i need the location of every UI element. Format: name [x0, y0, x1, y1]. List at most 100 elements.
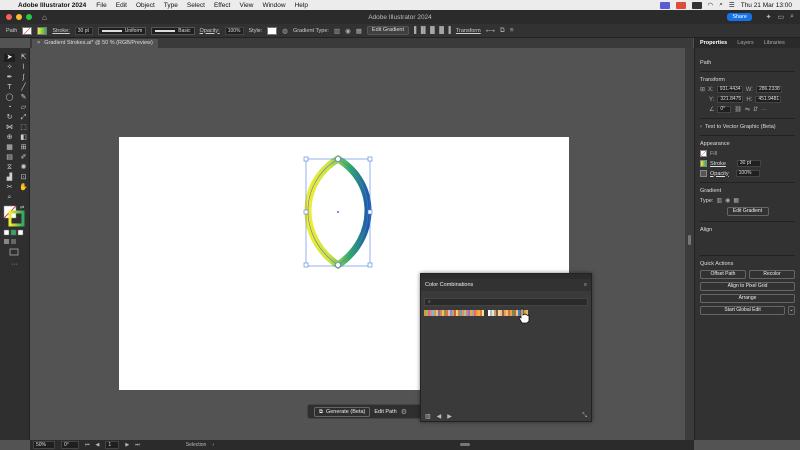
stroke-weight-field[interactable]: 30 pt [736, 160, 761, 167]
previous-artboard-icon[interactable]: ◀ [96, 442, 100, 448]
search-help-icon[interactable]: ⌕ [790, 13, 794, 21]
graphic-style-swatch[interactable] [267, 26, 278, 35]
horizontal-scroll-thumb[interactable] [460, 443, 470, 446]
tab-properties[interactable]: Properties [695, 40, 732, 46]
flip-vertical-icon[interactable]: ⇵ [753, 106, 758, 113]
magic-wand-tool-icon[interactable]: ✧ [4, 64, 15, 72]
stroke-swatch[interactable] [37, 26, 48, 35]
blend-tool-icon[interactable]: ⧖ [4, 164, 15, 172]
scale-tool-icon[interactable]: ⤢ [18, 114, 29, 122]
edit-path-button[interactable]: Edit Path [374, 409, 396, 415]
handle-bottom-left[interactable] [303, 262, 309, 268]
workspace-switcher-icon[interactable]: ▭ [777, 13, 784, 21]
vertical-scrollbar[interactable] [685, 48, 694, 440]
screen-mode-icon[interactable] [9, 248, 19, 256]
menu-edit[interactable]: Edit [116, 2, 127, 9]
handle-bottom-right[interactable] [367, 262, 373, 268]
pen-tool-icon[interactable]: ✒ [4, 74, 15, 82]
handle-middle-left[interactable] [303, 209, 309, 215]
transform-link[interactable]: Transform [456, 28, 481, 34]
menu-view[interactable]: View [239, 2, 253, 9]
color-combination-swatch-group[interactable] [424, 310, 484, 316]
menu-window[interactable]: Window [262, 2, 285, 9]
recolor-button[interactable]: Recolor [749, 270, 795, 279]
recolor-artwork-icon[interactable]: ◍ [282, 27, 288, 35]
generate-beta-button[interactable]: ⧉ Generate (Beta) [314, 406, 371, 417]
reflect-icon[interactable]: ⟷ [486, 27, 495, 35]
transform-y-field[interactable]: 321.8475 [717, 96, 744, 103]
minimize-window-icon[interactable] [16, 14, 22, 20]
slice-tool-icon[interactable]: ✂ [4, 184, 15, 192]
status-menu-icon[interactable]: › [212, 442, 214, 448]
stroke-weight-field[interactable]: 30 pt [74, 26, 93, 35]
screen-recorder-icon[interactable] [659, 1, 670, 9]
handle-top-left[interactable] [303, 156, 309, 162]
handle-middle-right[interactable] [367, 209, 373, 215]
menu-file[interactable]: File [96, 2, 106, 9]
edit-gradient-button[interactable]: Edit Gradient [726, 207, 769, 216]
next-artboard-icon[interactable]: ▶ [125, 442, 129, 448]
stroke-label[interactable]: Stroke: [52, 28, 69, 34]
next-icon[interactable]: ▶ [447, 413, 452, 420]
align-to-pixel-grid-button[interactable]: Align to Pixel Grid [700, 282, 795, 291]
opacity-field[interactable]: 100% [735, 170, 760, 177]
menu-effect[interactable]: Effect [214, 2, 231, 9]
reference-point-icon[interactable]: ⊞ [700, 86, 705, 93]
transform-x-field[interactable]: 931.4434 [716, 86, 743, 93]
type-tool-icon[interactable]: T [4, 84, 15, 92]
anchor-top[interactable] [335, 156, 341, 162]
none-mode-icon[interactable] [17, 229, 24, 236]
close-window-icon[interactable] [6, 14, 12, 20]
draw-normal-icon[interactable] [4, 239, 9, 244]
radial-gradient-icon[interactable]: ◉ [345, 27, 351, 35]
zoom-tool-icon[interactable]: ⌕ [4, 194, 15, 202]
zoom-window-icon[interactable] [26, 14, 32, 20]
zoom-level-field[interactable]: 50% [33, 441, 55, 449]
direct-selection-tool-icon[interactable]: ⇱ [18, 54, 29, 62]
vertical-scroll-thumb[interactable] [688, 235, 691, 245]
previous-icon[interactable]: ◀ [437, 413, 442, 420]
align-bars-icon[interactable]: ▌▐▌▐▌▐▌▐ [414, 27, 451, 34]
text-to-vector-row[interactable]: › Text to Vector Graphic (Beta) [700, 124, 795, 130]
close-tab-icon[interactable]: × [37, 39, 40, 48]
isolate-icon[interactable]: ⧉ [500, 27, 505, 35]
menu-help[interactable]: Help [295, 2, 308, 9]
menu-select[interactable]: Select [187, 2, 205, 9]
anchor-bottom[interactable] [335, 262, 341, 268]
linear-gradient-icon[interactable]: ▥ [334, 27, 340, 35]
handle-top-right[interactable] [367, 156, 373, 162]
eyedropper-tool-icon[interactable]: ✐ [18, 154, 29, 162]
freeform-gradient-icon[interactable]: ▦ [733, 197, 739, 204]
live-paint-tool-icon[interactable]: ◧ [18, 134, 29, 142]
resize-icon[interactable]: ⤡ [582, 413, 587, 420]
control-center-icon[interactable]: ☰ [729, 1, 735, 9]
eraser-tool-icon[interactable]: ▱ [18, 104, 29, 112]
home-icon[interactable]: ⌂ [42, 13, 47, 22]
lasso-tool-icon[interactable]: ⌇ [18, 64, 29, 72]
flip-horizontal-icon[interactable]: ⇋ [745, 106, 750, 113]
ellipse-tool-icon[interactable]: ◯ [4, 94, 15, 102]
transform-h-field[interactable]: 451.9481 [755, 96, 782, 103]
width-tool-icon[interactable]: ⋈ [4, 124, 15, 132]
artboard-number-field[interactable]: 1 [105, 441, 120, 449]
opacity-label[interactable]: Opacity: [200, 28, 220, 34]
mesh-tool-icon[interactable]: ⊞ [18, 144, 29, 152]
menu-object[interactable]: Object [136, 2, 155, 9]
line-tool-icon[interactable]: ╱ [18, 84, 29, 92]
stroke-label[interactable]: Stroke [710, 161, 726, 167]
tab-layers[interactable]: Layers [732, 40, 759, 46]
discover-icon[interactable]: ✦ [766, 13, 772, 21]
selection-tool-icon[interactable]: ➤ [4, 54, 15, 62]
brush-definition-dropdown[interactable]: Basic [151, 26, 195, 35]
symbol-sprayer-tool-icon[interactable]: ✺ [18, 164, 29, 172]
rotate-tool-icon[interactable]: ↻ [4, 114, 15, 122]
start-global-edit-button[interactable]: Start Global Edit [700, 306, 786, 315]
panel-menu-icon[interactable]: ≡ [584, 282, 587, 288]
transform-w-field[interactable]: 286.2338 [755, 86, 782, 93]
variable-width-profile-dropdown[interactable]: Uniform [97, 26, 147, 35]
stroke-swatch-panel[interactable] [700, 160, 707, 167]
linear-gradient-icon[interactable]: ▥ [716, 197, 722, 204]
opacity-label[interactable]: Opacity [710, 171, 729, 177]
edit-gradient-button[interactable]: Edit Gradient [366, 26, 410, 35]
gradient-mode-icon[interactable] [10, 229, 17, 236]
